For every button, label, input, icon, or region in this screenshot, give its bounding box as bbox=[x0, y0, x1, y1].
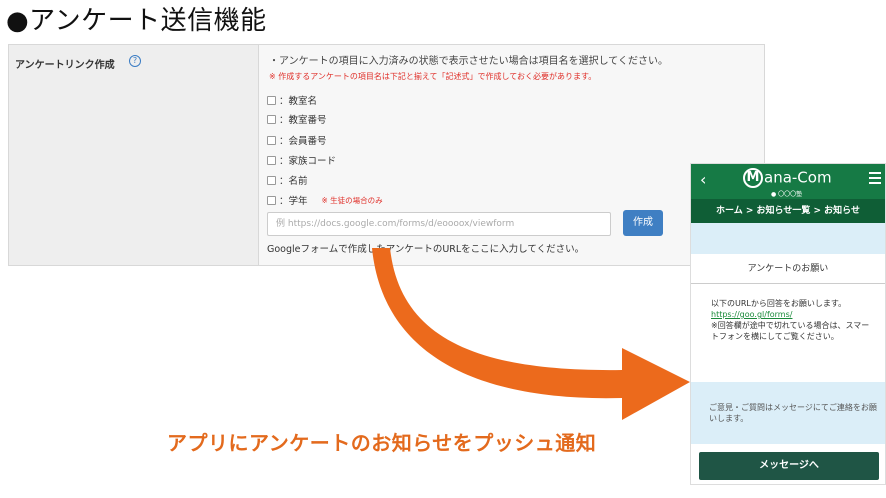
logo-text: ana-Com bbox=[764, 168, 832, 187]
notice-body: 以下のURLから回答をお願いします。 https://goo.gl/forms/… bbox=[691, 284, 885, 382]
app-logo: Mana-Com bbox=[743, 168, 832, 188]
body-line: 以下のURLから回答をお願いします。 bbox=[711, 299, 847, 308]
push-caption: アプリにアンケートのお知らせをプッシュ通知 bbox=[167, 431, 597, 455]
app-header: ‹ Mana-Com ● 〇〇〇塾 bbox=[691, 164, 885, 199]
survey-link[interactable]: https://goo.gl/forms/ bbox=[711, 309, 877, 320]
orange-arrow-shape bbox=[372, 248, 690, 420]
back-icon[interactable]: ‹ bbox=[700, 170, 706, 189]
body-line: ※回答欄が途中で切れている場合は、スマートフォンを横にしてご覧ください。 bbox=[711, 321, 870, 341]
message-button[interactable]: メッセージへ bbox=[699, 452, 879, 480]
logo-mark: M bbox=[743, 168, 763, 188]
hamburger-menu-icon[interactable] bbox=[869, 172, 881, 184]
school-name: ● 〇〇〇塾 bbox=[771, 191, 803, 198]
phone-mockup: ‹ Mana-Com ● 〇〇〇塾 ホーム > お知らせ一覧 > お知らせ アン… bbox=[690, 163, 886, 485]
contact-info: ご意見・ご質問はメッセージにてご連絡をお願いします。 bbox=[691, 382, 885, 444]
header-band bbox=[691, 223, 885, 254]
notice-title: アンケートのお願い bbox=[691, 254, 885, 284]
breadcrumb[interactable]: ホーム > お知らせ一覧 > お知らせ bbox=[691, 199, 885, 223]
